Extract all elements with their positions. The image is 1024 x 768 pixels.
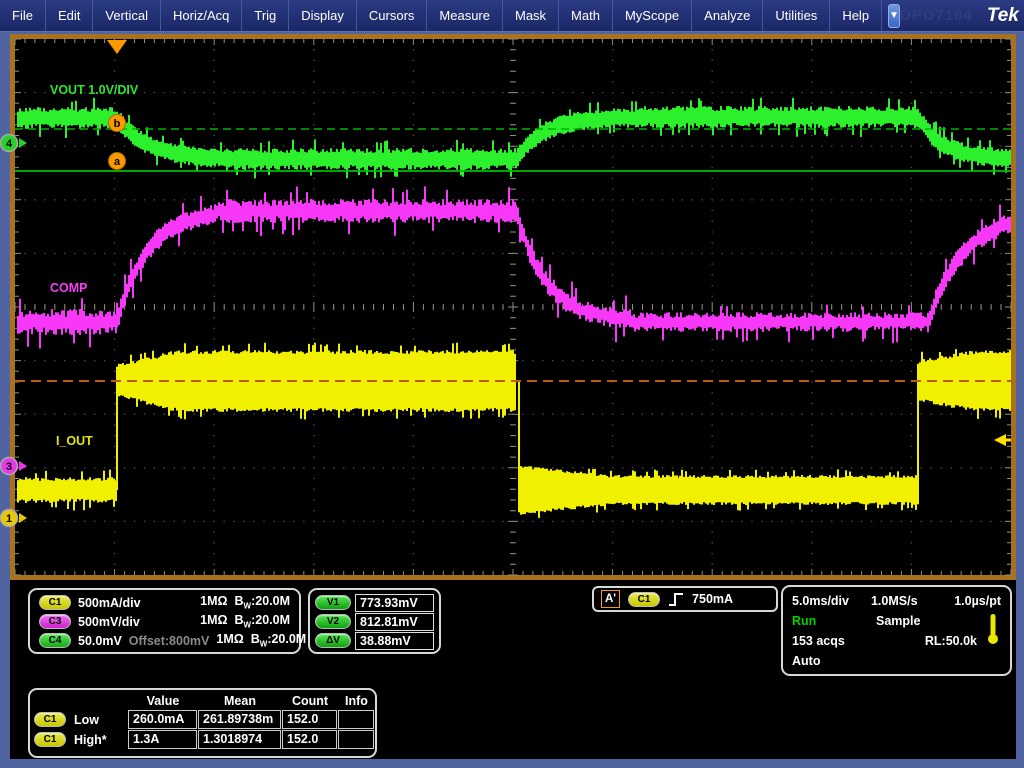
c1-impedance-bw: 1MΩ BW:20.0M	[200, 594, 290, 611]
trigger-panel[interactable]: A' C1 750mA	[592, 586, 778, 612]
svg-text:3: 3	[6, 461, 12, 473]
acq-row-state: Run Sample	[792, 611, 1001, 631]
meas-header-value: Value	[128, 692, 198, 710]
rising-edge-icon	[668, 592, 684, 607]
acq-count: 153 acqs	[792, 634, 845, 648]
cursor-row-v1: V1 773.93mV	[315, 593, 434, 612]
svg-text:4: 4	[6, 138, 13, 150]
channel-row-c3[interactable]: C3 500mV/div 1MΩ BW:20.0M	[39, 612, 290, 631]
svg-text:a: a	[114, 156, 121, 168]
run-state: Run	[792, 614, 816, 628]
channel-row-c4[interactable]: C4 50.0mV Offset:800mV 1MΩ BW:20.0M	[39, 631, 290, 650]
acq-row-timebase: 5.0ms/div 1.0MS/s 1.0µs/pt	[792, 591, 1001, 611]
meas-header-count: Count	[282, 692, 338, 710]
svg-text:b: b	[114, 118, 121, 130]
resolution: 1.0µs/pt	[954, 594, 1001, 608]
cursor-badge-dv[interactable]: ΔV	[315, 633, 351, 648]
acq-row-count: 153 acqs RL:50.0k	[792, 631, 1001, 651]
channel-badge-c1[interactable]: C1	[39, 595, 71, 610]
meas-low-mean: 261.89738m	[198, 710, 281, 729]
oscilloscope-window: File Edit Vertical Horiz/Acq Trig Displa…	[0, 0, 1024, 768]
timebase: 5.0ms/div	[792, 594, 849, 608]
acq-mode: Sample	[876, 614, 920, 628]
acq-row-trigmode: Auto	[792, 651, 1001, 671]
c1-scale: 500mA/div	[78, 596, 141, 610]
meas-header-info: Info	[338, 692, 375, 710]
measurement-row-high[interactable]: C1 High* 1.3A 1.3018974 152.0	[34, 730, 371, 750]
cursor-value-dv: 38.88mV	[355, 632, 434, 650]
measurement-row-low[interactable]: C1 Low 260.0mA 261.89738m 152.0	[34, 710, 371, 730]
meas-high-value: 1.3A	[128, 730, 197, 749]
c4-impedance-bw: 1MΩ BW:20.0M	[216, 632, 306, 649]
meas-source-badge[interactable]: C1	[34, 712, 66, 727]
channel-badge-c3[interactable]: C3	[39, 614, 71, 629]
meas-high-mean: 1.3018974	[198, 730, 281, 749]
cursor-value-v2: 812.81mV	[355, 613, 434, 631]
measurement-header-row: Value Mean Count Info	[34, 692, 371, 710]
meas-high-count: 152.0	[282, 730, 337, 749]
channel-marker-arrow-1	[19, 513, 27, 523]
trace-label: VOUT 1.0V/DIV	[50, 83, 139, 97]
meas-source-badge[interactable]: C1	[34, 732, 66, 747]
acquisition-panel[interactable]: 5.0ms/div 1.0MS/s 1.0µs/pt Run Sample 15…	[781, 585, 1012, 676]
meas-low-value: 260.0mA	[128, 710, 197, 729]
meas-low-info	[338, 710, 374, 729]
channel-row-c1[interactable]: C1 500mA/div 1MΩ BW:20.0M	[39, 593, 290, 612]
meas-name-high: High*	[74, 733, 107, 747]
c4-scale: 50.0mV	[78, 634, 122, 648]
measurement-table[interactable]: Value Mean Count Info C1 Low 260.0mA 261…	[28, 688, 377, 758]
trigger-level: 750mA	[692, 592, 733, 606]
c3-scale: 500mV/div	[78, 615, 140, 629]
cursor-row-dv: ΔV 38.88mV	[315, 631, 434, 650]
c3-impedance-bw: 1MΩ BW:20.0M	[200, 613, 290, 630]
ch3-comp-trace	[18, 186, 1010, 348]
channel-settings-panel[interactable]: C1 500mA/div 1MΩ BW:20.0M C3 500mV/div 1…	[28, 588, 301, 654]
meas-header-mean: Mean	[198, 692, 282, 710]
trigger-mode: Auto	[792, 654, 820, 668]
cursor-row-v2: V2 812.81mV	[315, 612, 434, 631]
svg-text:1: 1	[6, 513, 12, 525]
meas-name-low: Low	[74, 713, 99, 727]
channel-marker-arrow-4	[19, 138, 27, 148]
cursor-readout-panel[interactable]: V1 773.93mV V2 812.81mV ΔV 38.88mV	[308, 588, 441, 654]
c4-offset: Offset:800mV	[129, 634, 210, 648]
meas-low-count: 152.0	[282, 710, 337, 729]
cursor-badge-v1[interactable]: V1	[315, 595, 351, 610]
channel-badge-c4[interactable]: C4	[39, 633, 71, 648]
meas-high-info	[338, 730, 374, 749]
trace-label: I_OUT	[56, 434, 93, 448]
sample-rate: 1.0MS/s	[871, 594, 918, 608]
trigger-level-marker[interactable]	[994, 434, 1006, 446]
trigger-source-badge[interactable]: C1	[628, 592, 660, 607]
trace-label: COMP	[50, 281, 88, 295]
ch4-vout-trace	[18, 98, 1010, 179]
channel-marker-arrow-3	[19, 461, 27, 471]
trigger-aux-badge: A'	[601, 590, 620, 608]
trigger-position-marker[interactable]	[107, 40, 127, 54]
ch1-iout-trace	[18, 343, 1010, 518]
cursor-value-v1: 773.93mV	[355, 594, 434, 612]
record-length: RL:50.0k	[925, 634, 977, 648]
cursor-badge-v2[interactable]: V2	[315, 614, 351, 629]
